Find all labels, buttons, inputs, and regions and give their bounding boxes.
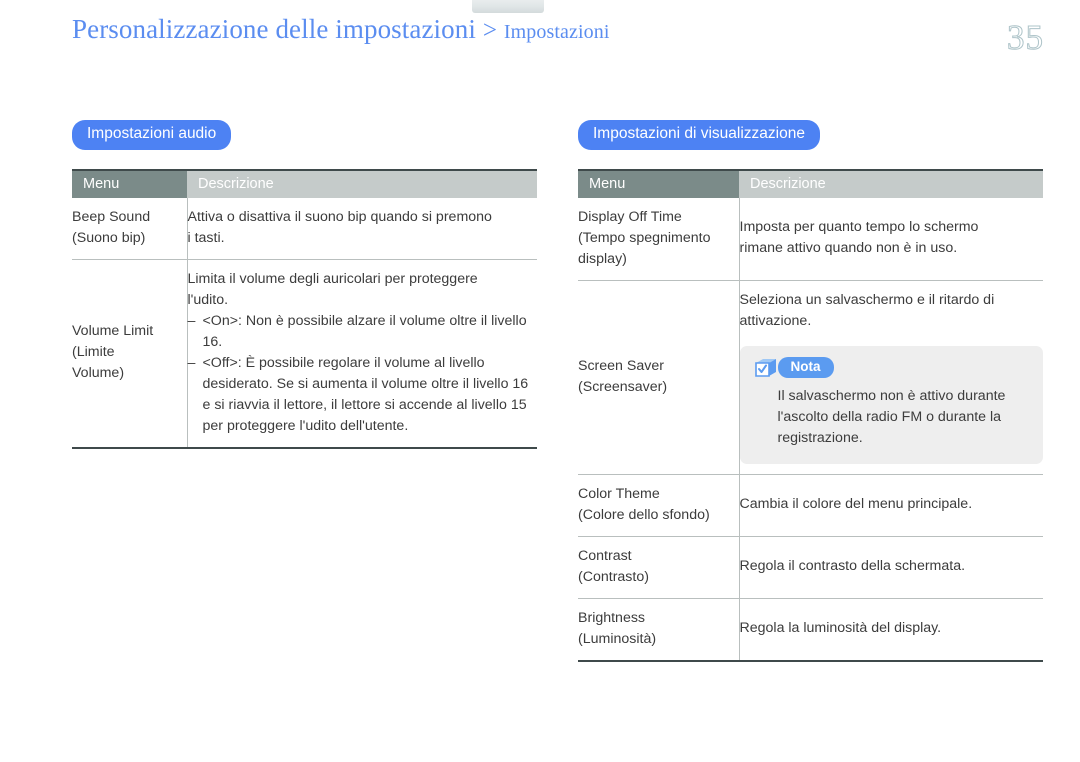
note-body: Il salvaschermo non è attivo durante l'a… <box>778 386 1030 450</box>
menu-label-contrast: Contrast (Contrasto) <box>578 535 740 599</box>
display-settings-table: Menu Descrizione Display Off Time (Tempo… <box>578 168 1043 662</box>
description-color-theme: Cambia il colore del menu principale. <box>739 473 1043 537</box>
menu-label-en: Color Theme <box>578 485 660 502</box>
breadcrumb-sub: Impostazioni <box>503 21 610 43</box>
note-callout: Nota Il salvaschermo non è attivo durant… <box>739 345 1043 464</box>
menu-label-it-cont: display) <box>578 250 627 267</box>
note-line: l'ascolto della radio FM o durante la <box>777 409 1002 426</box>
menu-label-display-off-time: Display Off Time (Tempo spegnimento disp… <box>578 197 740 281</box>
breadcrumb-separator: > <box>482 17 498 44</box>
menu-label-it: (Suono bip) <box>72 229 146 246</box>
desc-line: Limita il volume degli auricolari per pr… <box>187 270 478 287</box>
menu-label-it: (Colore dello sfondo) <box>578 506 710 523</box>
desc-line: Regola il contrasto della schermata. <box>739 558 966 575</box>
menu-label-it: (Limite <box>72 344 115 361</box>
desc-line: i tasti. <box>187 229 225 246</box>
table-row: Display Off Time (Tempo spegnimento disp… <box>578 197 1043 281</box>
menu-label-beep-sound: Beep Sound (Suono bip) <box>72 197 188 260</box>
section-title-display: Impostazioni di visualizzazione <box>578 120 820 150</box>
description-contrast: Regola il contrasto della schermata. <box>739 535 1043 599</box>
breadcrumb-main: Personalizzazione delle impostazioni <box>72 14 476 44</box>
description-bullet: <Off>: È possibile regolare il volume al… <box>188 353 538 437</box>
column-header-menu: Menu <box>578 169 739 198</box>
breadcrumb: Personalizzazione delle impostazioni > I… <box>72 14 610 45</box>
menu-label-en: Brightness <box>578 609 646 626</box>
column-header-descrizione: Descrizione <box>187 169 537 198</box>
desc-line: rimane attivo quando non è in uso. <box>739 240 958 257</box>
note-line: Il salvaschermo non è attivo durante <box>777 387 1006 404</box>
page-header: Personalizzazione delle impostazioni > I… <box>0 14 1080 64</box>
description-screen-saver: Seleziona un salvaschermo e il ritardo d… <box>739 279 1043 475</box>
description-bullet-list: <On>: Non è possibile alzare il volume o… <box>188 311 538 437</box>
section-title-audio: Impostazioni audio <box>72 120 232 150</box>
note-cube-check-icon <box>754 358 776 377</box>
desc-line: Regola la luminosità del display. <box>739 620 942 637</box>
menu-label-it: (Contrasto) <box>578 568 649 585</box>
table-header-row: Menu Descrizione <box>72 169 537 198</box>
menu-label-it-cont: Volume) <box>72 365 125 382</box>
menu-label-en: Screen Saver <box>578 357 664 374</box>
table-row: Color Theme (Colore dello sfondo) Cambia… <box>578 473 1043 537</box>
note-header: Nota <box>754 357 1030 379</box>
desc-line: Seleziona un salvaschermo e il ritardo d… <box>739 291 995 308</box>
menu-label-en: Display Off Time <box>578 208 682 225</box>
menu-label-it: (Screensaver) <box>578 378 668 395</box>
note-label: Nota <box>777 357 834 379</box>
audio-settings-section: Impostazioni audio Menu Descrizione Beep… <box>72 120 537 449</box>
page-number: 35 <box>1007 18 1044 58</box>
desc-line: Cambia il colore del menu principale. <box>739 496 973 513</box>
description-volume-limit: Limita il volume degli auricolari per pr… <box>187 258 538 448</box>
menu-label-volume-limit: Volume Limit (Limite Volume) <box>72 258 188 448</box>
audio-settings-table: Menu Descrizione Beep Sound (Suono bip) … <box>72 168 538 449</box>
description-bullet: <On>: Non è possibile alzare il volume o… <box>188 311 538 353</box>
table-header-row: Menu Descrizione <box>578 169 1043 198</box>
description-display-off-time: Imposta per quanto tempo lo schermo rima… <box>739 198 1043 281</box>
menu-label-it: (Tempo spegnimento <box>578 229 711 246</box>
menu-label-en: Volume Limit <box>72 323 154 340</box>
desc-line: l'udito. <box>187 291 229 308</box>
description-beep-sound: Attiva o disattiva il suono bip quando s… <box>187 198 537 260</box>
table-row: Screen Saver (Screensaver) Seleziona un … <box>578 279 1043 475</box>
column-header-menu: Menu <box>72 169 187 198</box>
table-row: Beep Sound (Suono bip) Attiva o disattiv… <box>72 197 537 260</box>
top-page-tab <box>472 0 544 13</box>
desc-line: Imposta per quanto tempo lo schermo <box>739 219 979 236</box>
table-row: Brightness (Luminosità) Regola la lumino… <box>578 597 1043 661</box>
menu-label-color-theme: Color Theme (Colore dello sfondo) <box>578 473 740 537</box>
menu-label-brightness: Brightness (Luminosità) <box>578 597 740 661</box>
menu-label-en: Contrast <box>578 547 632 564</box>
menu-label-en: Beep Sound <box>72 208 151 225</box>
desc-line: attivazione. <box>739 312 812 329</box>
note-line: registrazione. <box>777 430 863 447</box>
menu-label-it: (Luminosità) <box>578 630 657 647</box>
column-header-descrizione: Descrizione <box>739 169 1043 198</box>
display-settings-section: Impostazioni di visualizzazione Menu Des… <box>578 120 1043 662</box>
table-row: Volume Limit (Limite Volume) Limita il v… <box>72 258 538 448</box>
menu-label-screen-saver: Screen Saver (Screensaver) <box>578 279 740 475</box>
table-row: Contrast (Contrasto) Regola il contrasto… <box>578 535 1043 599</box>
description-brightness: Regola la luminosità del display. <box>739 597 1043 661</box>
desc-line: Attiva o disattiva il suono bip quando s… <box>187 208 492 225</box>
